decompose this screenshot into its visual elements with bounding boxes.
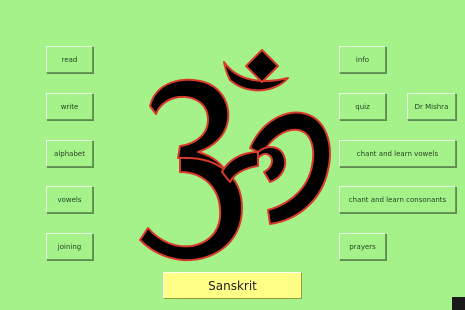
corner-tab: [452, 297, 465, 310]
read-button[interactable]: read: [46, 46, 93, 73]
alphabet-button[interactable]: alphabet: [46, 140, 93, 167]
prayers-button[interactable]: prayers: [339, 233, 386, 260]
quiz-button[interactable]: quiz: [339, 93, 386, 120]
chant-consonants-button[interactable]: chant and learn consonants: [339, 186, 456, 213]
info-button[interactable]: info: [339, 46, 386, 73]
chant-vowels-button[interactable]: chant and learn vowels: [339, 140, 456, 167]
om-symbol-icon: [139, 49, 331, 262]
vowels-button[interactable]: vowels: [46, 186, 93, 213]
dr-mishra-button[interactable]: Dr Mishra: [407, 93, 456, 120]
title-button[interactable]: Sanskrit: [163, 272, 302, 299]
joining-button[interactable]: joining: [46, 233, 93, 260]
write-button[interactable]: write: [46, 93, 93, 120]
